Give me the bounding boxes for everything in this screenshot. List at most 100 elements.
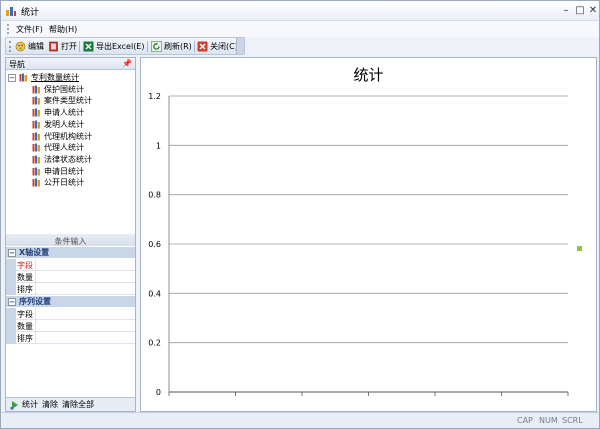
- books-icon: [32, 167, 41, 176]
- collapse-icon[interactable]: −: [8, 298, 16, 306]
- tree-item-label: 代理机构统计: [44, 131, 92, 142]
- tree-item[interactable]: 申请人统计: [32, 107, 84, 118]
- toolbar-overflow-icon[interactable]: [236, 38, 244, 54]
- books-icon: [32, 155, 41, 164]
- open-icon: [48, 41, 59, 52]
- prop-label: 排序: [16, 332, 36, 344]
- y-tick-label: 0.6: [148, 240, 161, 249]
- x-axis-sort-row[interactable]: 排序: [6, 283, 135, 295]
- y-tick-label: 0.4: [148, 289, 161, 298]
- stat-button[interactable]: 统计: [10, 399, 38, 410]
- books-icon: [32, 143, 41, 152]
- clear-all-button[interactable]: 清除全部: [62, 399, 94, 410]
- chart: 统计00.20.40.60.811.2: [141, 58, 598, 413]
- menu-file[interactable]: 文件(F): [16, 24, 43, 35]
- tree-item-label: 发明人统计: [44, 119, 84, 130]
- legend-marker: [577, 246, 582, 251]
- chart-title: 统计: [353, 66, 383, 84]
- x-axis-field-row[interactable]: 字段: [6, 259, 135, 271]
- collapse-icon[interactable]: −: [8, 249, 16, 257]
- nav-panel: 导航 📌 − 专利数量统计 保护国统计案件类型统计申请人统计发明人统计代理机构统…: [5, 57, 136, 412]
- tree-item-label: 公开日统计: [44, 177, 84, 188]
- tree-item[interactable]: 公开日统计: [32, 177, 84, 188]
- open-button[interactable]: 打开: [48, 40, 77, 53]
- export-excel-button[interactable]: 导出Excel(E): [83, 40, 145, 53]
- tree-item[interactable]: 案件类型统计: [32, 95, 92, 106]
- window-title: 统计: [21, 5, 39, 18]
- tree-item-label: 法律状态统计: [44, 154, 92, 165]
- pin-icon[interactable]: 📌: [122, 59, 132, 68]
- books-icon: [32, 108, 41, 117]
- prop-label: 排序: [16, 283, 36, 295]
- series-group[interactable]: − 序列设置: [6, 296, 135, 307]
- minimize-icon[interactable]: –: [559, 4, 573, 17]
- condition-panel: 条件输入 − X轴设置 字段 数量 排序 − 序列: [6, 234, 135, 369]
- books-icon: [32, 132, 41, 141]
- books-icon: [32, 85, 41, 94]
- series-group-label: 序列设置: [19, 296, 51, 307]
- title-bar: 统计 – □ ✕: [1, 1, 599, 21]
- edit-label: 编辑: [28, 41, 44, 52]
- tree-item[interactable]: 法律状态统计: [32, 154, 92, 165]
- clear-button[interactable]: 清除: [42, 399, 58, 410]
- tree-root-label: 专利数量统计: [31, 72, 79, 83]
- close-icon[interactable]: ✕: [586, 4, 600, 17]
- status-num: NUM: [539, 416, 558, 425]
- app-window: 统计 – □ ✕ 文件(F) 帮助(H) 编辑 打开: [0, 0, 600, 429]
- books-icon: [32, 178, 41, 187]
- series-count-row[interactable]: 数量: [6, 320, 135, 332]
- excel-icon: [83, 41, 94, 52]
- prop-label: 数量: [16, 320, 36, 332]
- chart-panel: 统计00.20.40.60.811.2: [140, 57, 597, 412]
- stat-label: 统计: [22, 399, 38, 410]
- x-axis-group-label: X轴设置: [19, 247, 49, 258]
- y-tick-label: 0.2: [148, 339, 161, 348]
- condition-header: 条件输入: [6, 234, 135, 246]
- y-tick-label: 1: [156, 141, 161, 150]
- close-button[interactable]: 关闭(C): [197, 40, 238, 53]
- series-field-row[interactable]: 字段: [6, 308, 135, 320]
- run-icon: [10, 400, 20, 410]
- edit-icon: [15, 41, 26, 52]
- x-axis-count-input[interactable]: [36, 271, 135, 283]
- toolbar-grip-icon[interactable]: [9, 41, 11, 52]
- maximize-icon[interactable]: □: [573, 4, 587, 17]
- toolbar-separator: [147, 41, 148, 52]
- menu-help[interactable]: 帮助(H): [49, 24, 77, 35]
- toolbar-separator: [194, 41, 195, 52]
- close-label: 关闭(C): [210, 41, 238, 52]
- y-tick-label: 1.2: [148, 92, 161, 101]
- refresh-button[interactable]: 刷新(R): [151, 40, 192, 53]
- prop-label: 字段: [16, 259, 36, 271]
- collapse-icon[interactable]: −: [8, 74, 16, 82]
- series-sort-input[interactable]: [36, 332, 135, 344]
- refresh-icon: [151, 41, 162, 52]
- nav-header: 导航 📌: [6, 58, 135, 70]
- books-icon: [19, 73, 28, 82]
- tree-item[interactable]: 代理机构统计: [32, 131, 92, 142]
- series-count-input[interactable]: [36, 320, 135, 332]
- tree-item[interactable]: 申请日统计: [32, 166, 84, 177]
- tree-root-item[interactable]: − 专利数量统计: [8, 72, 79, 83]
- toolbar-separator: [79, 41, 80, 52]
- y-tick-label: 0: [156, 388, 161, 397]
- edit-button[interactable]: 编辑: [15, 40, 44, 53]
- tree-item[interactable]: 发明人统计: [32, 119, 84, 130]
- x-axis-sort-input[interactable]: [36, 283, 135, 295]
- nav-title: 导航: [9, 59, 25, 70]
- x-axis-group[interactable]: − X轴设置: [6, 247, 135, 258]
- series-field-input[interactable]: [36, 308, 135, 320]
- x-axis-count-row[interactable]: 数量: [6, 271, 135, 283]
- status-cap: CAP: [517, 416, 533, 425]
- status-scrl: SCRL: [562, 416, 583, 425]
- x-axis-field-input[interactable]: [36, 259, 135, 271]
- series-sort-row[interactable]: 排序: [6, 332, 135, 344]
- tree-item[interactable]: 保护国统计: [32, 84, 84, 95]
- tree-item-label: 保护国统计: [44, 84, 84, 95]
- tree-item-label: 案件类型统计: [44, 95, 92, 106]
- open-label: 打开: [61, 41, 77, 52]
- tree-item-label: 申请日统计: [44, 166, 84, 177]
- close-toolbar-icon: [197, 41, 208, 52]
- toolbar: 编辑 打开 导出Excel(E) 刷新(R): [5, 37, 245, 55]
- tree-item[interactable]: 代理人统计: [32, 142, 84, 153]
